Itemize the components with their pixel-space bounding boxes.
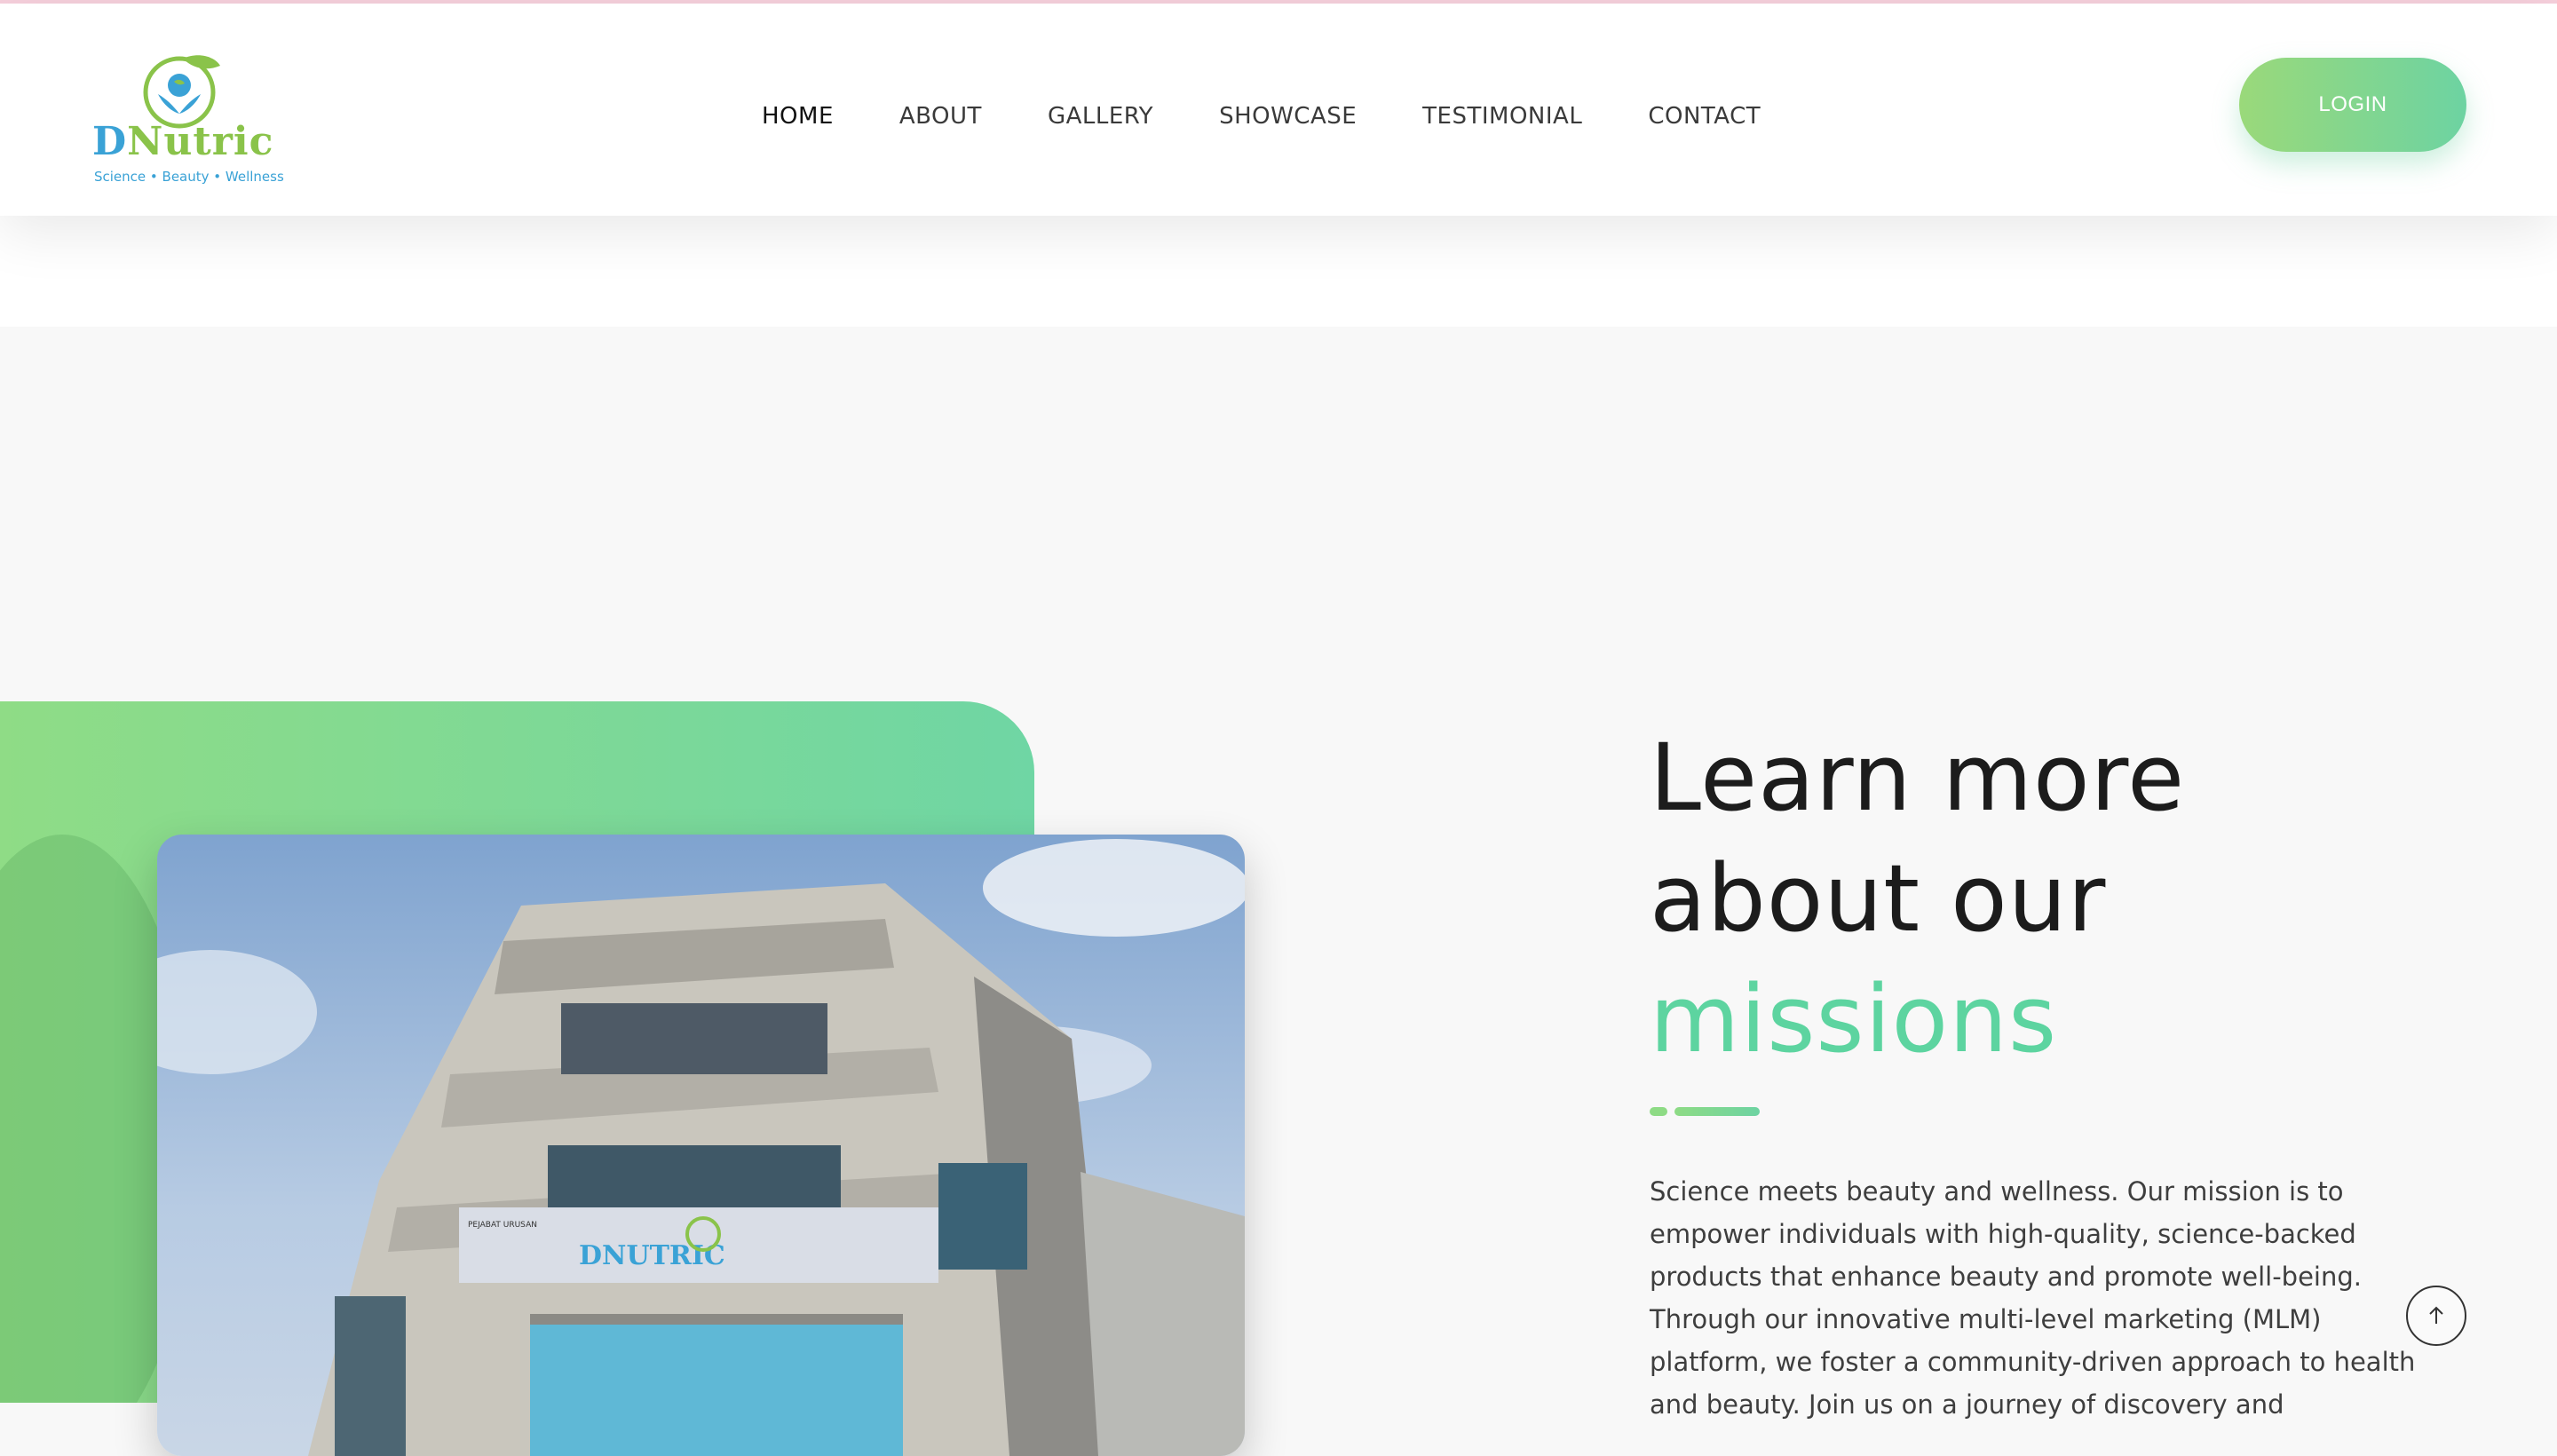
headline-line-2: about our xyxy=(1650,844,2107,953)
divider-dot xyxy=(1650,1107,1667,1116)
building-sign-small-text: PEJABAT URUSAN xyxy=(468,1221,537,1230)
scroll-to-top-button[interactable] xyxy=(2406,1286,2466,1346)
office-building-photo: DNUTRIC PEJABAT URUSAN xyxy=(157,835,1245,1456)
brand-logo[interactable]: DNutric Science • Beauty • Wellness xyxy=(92,50,284,188)
site-header: DNutric Science • Beauty • Wellness HOME… xyxy=(0,4,2557,216)
nav-item-gallery[interactable]: GALLERY xyxy=(1048,103,1153,130)
main-nav: HOME ABOUT GALLERY SHOWCASE TESTIMONIAL … xyxy=(762,103,1761,130)
login-button[interactable]: LOGIN xyxy=(2239,58,2466,152)
headline-accent: missions xyxy=(1650,965,2058,1073)
about-headline: Learn more about our missions xyxy=(1650,717,2185,1080)
about-body-text: Science meets beauty and wellness. Our m… xyxy=(1650,1176,2416,1420)
building-illustration: DNUTRIC PEJABAT URUSAN xyxy=(157,835,1245,1456)
brand-wordmark: DNutric xyxy=(92,119,274,164)
leaf-globe-hands-logo-icon xyxy=(143,55,220,129)
nav-item-home[interactable]: HOME xyxy=(762,103,834,130)
header-spacer xyxy=(0,216,2557,327)
building-sign-text: DNUTRIC xyxy=(579,1240,725,1271)
nav-item-contact[interactable]: CONTACT xyxy=(1648,103,1761,130)
arrow-up-icon xyxy=(2429,1306,2443,1324)
nav-item-about[interactable]: ABOUT xyxy=(899,103,982,130)
brand-tagline: Science • Beauty • Wellness xyxy=(94,169,284,185)
nav-item-showcase[interactable]: SHOWCASE xyxy=(1219,103,1357,130)
divider-bar xyxy=(1674,1107,1760,1116)
headline-line-1: Learn more xyxy=(1650,724,2186,832)
nav-item-testimonial[interactable]: TESTIMONIAL xyxy=(1422,103,1582,130)
